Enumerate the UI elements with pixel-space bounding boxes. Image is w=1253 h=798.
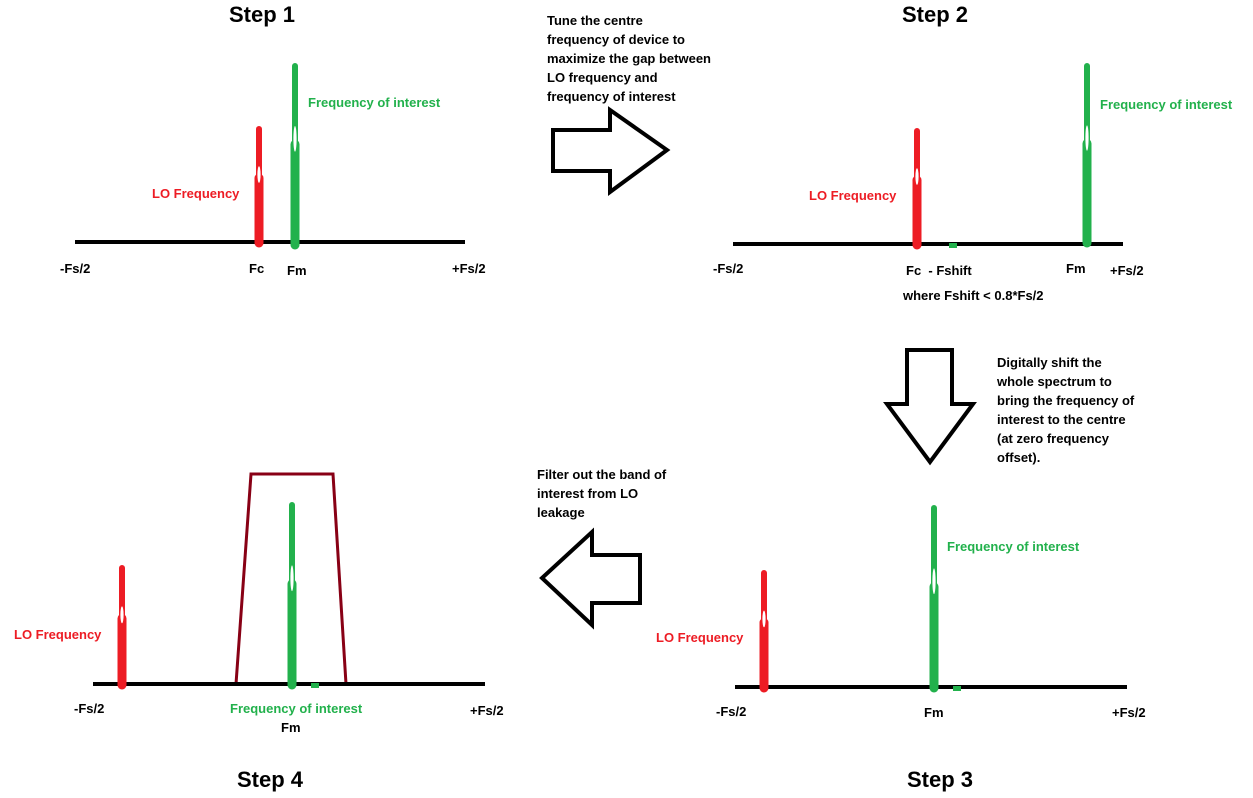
fm-label: Fm (281, 720, 301, 735)
lo-spike (912, 128, 922, 250)
fshift-condition: where Fshift < 0.8*Fs/2 (902, 288, 1044, 303)
lo-spike (759, 570, 769, 693)
lo-label: LO Frequency (152, 186, 240, 201)
left-arrow-icon (539, 527, 642, 630)
neg-fs-label: -Fs/2 (716, 704, 746, 719)
interest-spike (1082, 63, 1092, 248)
arrow-2-text: Digitally shift the whole spectrum to br… (996, 355, 1135, 465)
interest-label: Frequency of interest (308, 95, 441, 110)
fm-label: Fm (287, 263, 307, 278)
lo-label: LO Frequency (656, 630, 744, 645)
arrow-3-text: Filter out the band of interest from LO … (537, 467, 667, 520)
interest-label: Frequency of interest (230, 701, 363, 716)
step-1-title: Step 1 (229, 2, 295, 27)
arrow-1-line: Tune the centre (547, 13, 643, 28)
interest-label: Frequency of interest (1100, 97, 1233, 112)
centre-marker (953, 686, 961, 691)
fc-label: Fc (249, 261, 264, 276)
arrow-1-line: frequency of device to (547, 32, 685, 47)
lo-label: LO Frequency (809, 188, 897, 203)
spike-notch (257, 166, 261, 183)
centre-marker (311, 683, 319, 688)
arrow-1-text: Tune the centre frequency of device to m… (547, 13, 711, 104)
pos-fs-label: +Fs/2 (470, 703, 504, 718)
fc-fshift-label: Fc - Fshift (906, 263, 972, 278)
pos-fs-label: +Fs/2 (1112, 705, 1146, 720)
diagram: Step 1 Frequency of interest LO Frequenc… (14, 2, 1233, 792)
arrow-1-line: frequency of interest (547, 89, 676, 104)
arrow-2-line: whole spectrum to (996, 374, 1112, 389)
arrow-2-line: Digitally shift the (997, 355, 1102, 370)
lo-label: LO Frequency (14, 627, 102, 642)
pos-fs-label: +Fs/2 (452, 261, 486, 276)
step-4-panel: Step 4 LO Frequency -Fs/2 Frequency of i… (14, 472, 504, 792)
fm-label: Fm (1066, 261, 1086, 276)
neg-fs-label: -Fs/2 (713, 261, 743, 276)
spike-notch (932, 568, 936, 595)
neg-fs-label: -Fs/2 (60, 261, 90, 276)
step-2-title: Step 2 (902, 2, 968, 27)
interest-label: Frequency of interest (947, 539, 1080, 554)
down-arrow-icon (883, 348, 977, 466)
neg-fs-label: -Fs/2 (74, 701, 104, 716)
interest-spike (929, 505, 939, 693)
arrow-1-line: LO frequency and (547, 70, 658, 85)
arrow-2-line: offset). (997, 450, 1040, 465)
step-3-panel: Step 3 Frequency of interest LO Frequenc… (656, 505, 1146, 792)
interest-spike (287, 502, 297, 690)
arrow-3-line: Filter out the band of (537, 467, 667, 482)
spike-notch (762, 610, 766, 628)
arrow-2-line: interest to the centre (997, 412, 1126, 427)
arrow-2-line: (at zero frequency (997, 431, 1110, 446)
right-arrow-icon (551, 106, 671, 196)
lo-spike (254, 126, 264, 248)
step-2-panel: Step 2 Frequency of interest LO Frequenc… (713, 2, 1233, 303)
arrow-1-line: maximize the gap between (547, 51, 711, 66)
spike-notch (915, 168, 919, 185)
spike-notch (1085, 125, 1089, 151)
lo-spike (117, 565, 127, 690)
step-4-title: Step 4 (237, 767, 304, 792)
interest-spike (290, 63, 300, 250)
step-3-title: Step 3 (907, 767, 973, 792)
fm-label: Fm (924, 705, 944, 720)
pos-fs-label: +Fs/2 (1110, 263, 1144, 278)
step-1-panel: Step 1 Frequency of interest LO Frequenc… (60, 2, 486, 278)
arrow-3-line: interest from LO (537, 486, 638, 501)
spike-notch (120, 606, 124, 624)
spike-notch (293, 126, 297, 152)
arrow-2-line: bring the frequency of (997, 393, 1135, 408)
arrow-3-line: leakage (537, 505, 585, 520)
spike-notch (290, 565, 294, 592)
centre-marker (949, 243, 957, 248)
